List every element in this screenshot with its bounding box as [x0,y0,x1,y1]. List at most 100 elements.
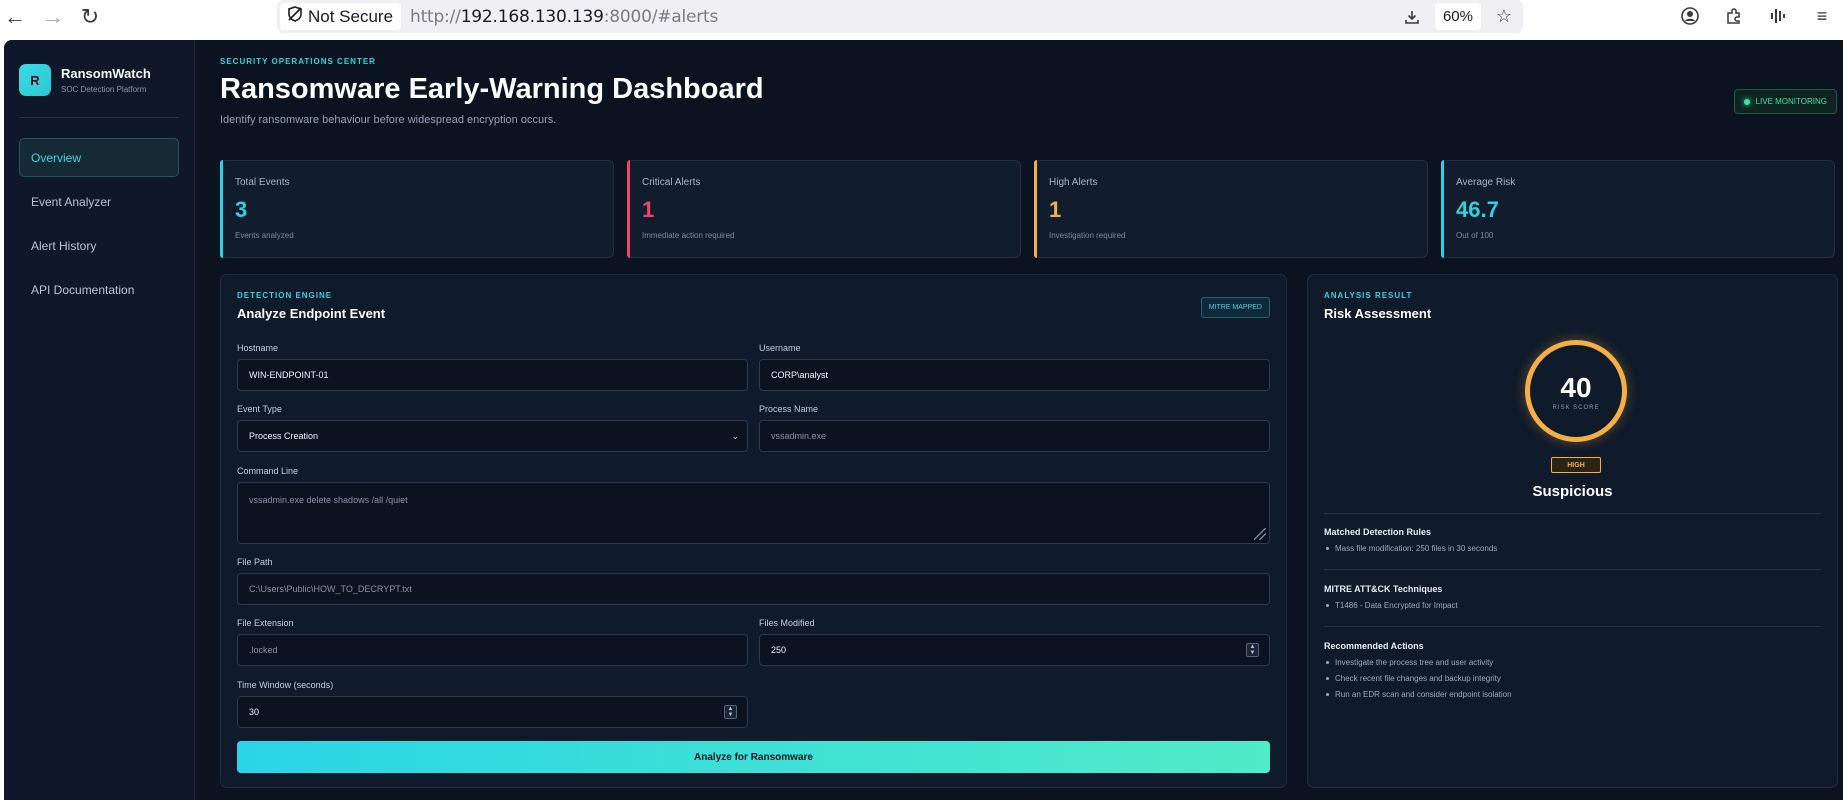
hostname-input[interactable]: WIN-ENDPOINT-01 [237,359,748,391]
number-stepper-icon[interactable]: ▲ ▼ [724,705,737,719]
app-window: R RansomWatch SOC Detection Platform Ove… [4,40,1843,800]
divider [1324,569,1821,570]
divider [1324,626,1821,627]
audio-bars-icon[interactable] [1765,3,1791,29]
account-icon[interactable] [1677,3,1703,29]
field-label: Hostname [237,343,279,353]
star-icon[interactable]: ☆ [1491,4,1517,30]
field-label: Process Name [759,404,819,414]
stat-caption: Events analyzed [235,231,294,240]
severity-badge: HIGH [1551,457,1601,473]
risk-assessment-panel: ANALYSIS RESULT Risk Assessment 40 RISK … [1307,274,1838,788]
forward-icon[interactable]: → [40,4,66,30]
brand-logo: R [19,64,51,96]
stat-card-critical-alerts: Critical Alerts 1 Immediate action requi… [627,160,1021,258]
analyze-button[interactable]: Analyze for Ransomware [237,741,1270,773]
page-eyebrow: SECURITY OPERATIONS CENTER [220,57,376,66]
command-line-placeholder: vssadmin.exe delete shadows /all /quiet [249,495,408,505]
stat-label: High Alerts [1049,177,1098,188]
security-indicator[interactable]: Not Secure [280,3,402,30]
mitre-techniques-section: MITRE ATT&CK Techniques T1486 - Data Enc… [1324,584,1458,617]
file-path-input[interactable]: C:\Users\Public\HOW_TO_DECRYPT.txt [237,573,1270,605]
divider [19,117,179,118]
page-header: SECURITY OPERATIONS CENTER Ransomware Ea… [220,57,764,126]
risk-score-label: RISK SCORE [1552,404,1600,411]
command-line-field: Command Line vssadmin.exe delete shadows… [237,466,1270,544]
back-icon[interactable]: ← [2,4,28,30]
section-heading: Matched Detection Rules [1324,527,1432,537]
stat-caption: Out of 100 [1456,231,1494,240]
list-item: Check recent file changes and backup int… [1324,674,1512,683]
panel-eyebrow: ANALYSIS RESULT [1324,291,1413,300]
field-label: Files Modified [759,618,815,628]
list-item: Investigate the process tree and user ac… [1324,658,1512,667]
live-monitoring-badge: LIVE MONITORING [1733,89,1837,114]
sidebar: R RansomWatch SOC Detection Platform Ove… [4,40,195,800]
command-line-textarea[interactable]: vssadmin.exe delete shadows /all /quiet [237,482,1270,544]
event-type-select[interactable]: Process Creation ⌄ [237,420,748,452]
files-modified-input[interactable]: 250 ▲ ▼ [759,634,1270,666]
stat-value: 46.7 [1456,197,1499,222]
risk-score-value: 40 [1560,371,1592,403]
list-item: Run an EDR scan and consider endpoint is… [1324,690,1512,699]
stat-card-total-events: Total Events 3 Events analyzed [220,160,614,258]
reload-icon[interactable]: ↻ [77,4,103,30]
sidebar-item-overview[interactable]: Overview [19,138,179,177]
divider [1324,513,1821,514]
risk-score-gauge: 40 RISK SCORE [1525,340,1627,442]
stat-label: Critical Alerts [642,177,701,188]
list-item: T1486 - Data Encrypted for Impact [1324,601,1458,610]
field-label: File Path [237,557,273,567]
field-label: Event Type [237,404,282,414]
username-field: Username CORP\analyst [759,343,1270,391]
time-window-input[interactable]: 30 ▲ ▼ [237,696,748,728]
sidebar-nav: Overview Event Analyzer Alert History AP… [19,138,179,314]
page-title: Ransomware Early-Warning Dashboard [220,73,764,105]
process-name-input[interactable]: vssadmin.exe [759,420,1270,452]
panel-eyebrow: DETECTION ENGINE [237,291,333,300]
stat-label: Average Risk [1456,177,1516,188]
field-label: Command Line [237,466,299,476]
url-host: 192.168.130.139 [460,7,604,27]
zoom-level[interactable]: 60% [1434,3,1481,30]
stat-label: Total Events [235,177,290,188]
file-extension-input[interactable]: .locked [237,634,748,666]
recommended-actions-section: Recommended Actions Investigate the proc… [1324,641,1512,706]
sidebar-item-event-analyzer[interactable]: Event Analyzer [19,182,179,221]
security-label: Not Secure [308,6,394,26]
matched-rules-section: Matched Detection Rules Mass file modifi… [1324,527,1497,560]
brand: R RansomWatch SOC Detection Platform [19,64,151,96]
resize-handle-icon[interactable] [1254,528,1266,540]
mitre-mapped-badge: MITRE MAPPED [1200,297,1270,318]
file-extension-field: File Extension .locked [237,618,748,666]
sidebar-item-alert-history[interactable]: Alert History [19,226,179,265]
url-scheme: http:// [410,7,461,27]
url-text[interactable]: http://192.168.130.139:8000/#alerts [410,7,718,27]
event-type-value: Process Creation [249,431,319,441]
sidebar-item-api-documentation[interactable]: API Documentation [19,270,179,309]
file-path-field: File Path C:\Users\Public\HOW_TO_DECRYPT… [237,557,1270,605]
time-window-field: Time Window (seconds) 30 ▲ ▼ [237,680,748,728]
stat-value: 1 [642,197,655,222]
section-heading: Recommended Actions [1324,641,1424,651]
panel-title: Analyze Endpoint Event [237,306,386,321]
list-item: Mass file modification: 250 files in 30 … [1324,544,1497,553]
files-modified-field: Files Modified 250 ▲ ▼ [759,618,1270,666]
username-input[interactable]: CORP\analyst [759,359,1270,391]
stat-card-average-risk: Average Risk 46.7 Out of 100 [1441,160,1835,258]
shield-off-icon [286,5,304,28]
brand-name: RansomWatch [61,66,151,81]
menu-icon[interactable]: ≡ [1809,3,1835,29]
field-label: File Extension [237,618,294,628]
stat-card-high-alerts: High Alerts 1 Investigation required [1034,160,1428,258]
download-icon[interactable] [1399,4,1425,30]
extensions-icon[interactable] [1721,3,1747,29]
chevron-down-icon: ⌄ [731,430,739,441]
field-label: Username [759,343,801,353]
number-stepper-icon[interactable]: ▲ ▼ [1246,643,1259,657]
address-bar[interactable]: Not Secure http://192.168.130.139:8000/#… [277,0,1523,33]
stat-value: 1 [1049,197,1062,222]
stat-value: 3 [235,197,248,222]
url-path: :8000/#alerts [603,7,719,27]
time-window-value: 30 [249,707,260,717]
